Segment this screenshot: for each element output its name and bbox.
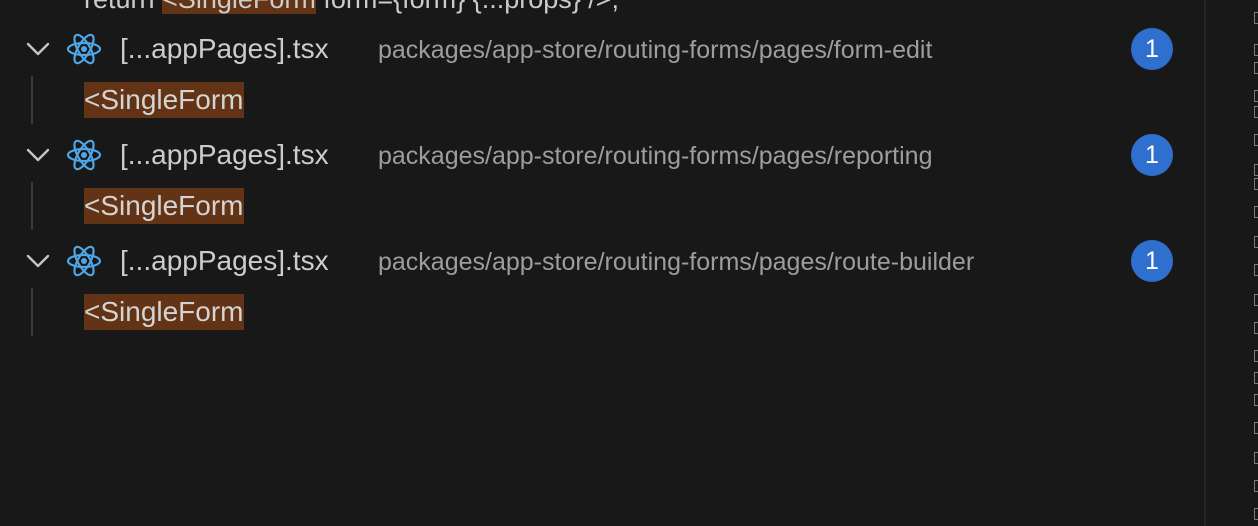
match-line[interactable]: <SingleForm — [84, 188, 244, 224]
match-count-badge: 1 — [1131, 240, 1173, 282]
minimap-marker — [1254, 134, 1258, 146]
file-name: [...appPages].tsx — [120, 245, 329, 276]
minimap-marker — [1254, 264, 1258, 276]
minimap-marker — [1254, 164, 1258, 176]
minimap-marker — [1254, 44, 1258, 56]
react-icon — [66, 245, 102, 277]
indent-guide — [31, 182, 33, 230]
minimap-marker — [1254, 62, 1258, 74]
minimap-marker — [1254, 12, 1258, 24]
match-line[interactable]: <SingleForm — [84, 294, 244, 330]
match-highlight: <SingleForm — [162, 0, 316, 14]
match-line[interactable]: <SingleForm — [84, 82, 244, 118]
chevron-down-icon[interactable] — [24, 249, 52, 273]
match-count-badge: 1 — [1131, 28, 1173, 70]
match-prefix: return — [84, 0, 162, 14]
minimap-marker — [1254, 178, 1258, 190]
chevron-down-icon[interactable] — [24, 37, 52, 61]
match-suffix: form={form} {...props} />; — [316, 0, 619, 14]
file-result-row[interactable]: [...appPages].tsx packages/app-store/rou… — [0, 130, 1204, 180]
minimap-marker — [1254, 90, 1258, 102]
minimap-marker — [1254, 508, 1258, 520]
minimap-marker — [1254, 106, 1258, 118]
minimap-marker — [1254, 422, 1258, 434]
minimap-marker — [1254, 294, 1258, 306]
react-icon — [66, 139, 102, 171]
indent-guide — [31, 288, 33, 336]
react-icon — [66, 33, 102, 65]
match-line-partial[interactable]: return <SingleForm form={form} {...props… — [84, 0, 619, 16]
chevron-down-icon[interactable] — [24, 143, 52, 167]
minimap[interactable] — [1204, 0, 1258, 526]
minimap-marker — [1254, 236, 1258, 248]
minimap-marker — [1254, 452, 1258, 464]
file-result-row[interactable]: [...appPages].tsx packages/app-store/rou… — [0, 24, 1204, 74]
minimap-marker — [1254, 480, 1258, 492]
file-path: packages/app-store/routing-forms/pages/r… — [378, 142, 933, 170]
minimap-marker — [1254, 372, 1258, 384]
minimap-marker — [1254, 322, 1258, 334]
search-results-panel: return <SingleForm form={form} {...props… — [0, 0, 1204, 526]
file-path: packages/app-store/routing-forms/pages/r… — [378, 248, 975, 276]
indent-guide — [31, 76, 33, 124]
file-name: [...appPages].tsx — [120, 33, 329, 64]
minimap-marker — [1254, 394, 1258, 406]
minimap-marker — [1254, 350, 1258, 362]
file-result-row[interactable]: [...appPages].tsx packages/app-store/rou… — [0, 236, 1204, 286]
minimap-marker — [1254, 206, 1258, 218]
file-path: packages/app-store/routing-forms/pages/f… — [378, 36, 933, 64]
match-count-badge: 1 — [1131, 134, 1173, 176]
file-name: [...appPages].tsx — [120, 139, 329, 170]
